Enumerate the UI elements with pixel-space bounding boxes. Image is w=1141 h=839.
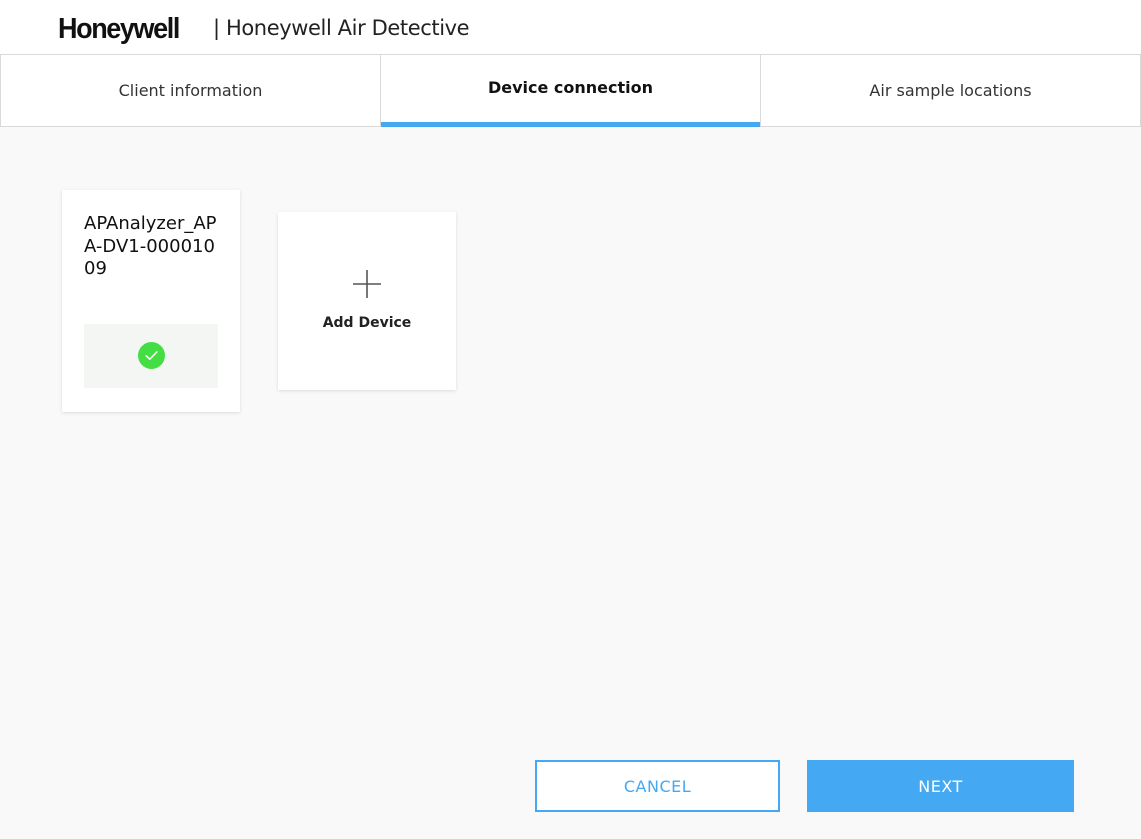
device-status-area bbox=[84, 324, 218, 388]
tab-air-sample-locations[interactable]: Air sample locations bbox=[760, 55, 1141, 126]
app-title: | Honeywell Air Detective bbox=[213, 16, 470, 40]
add-device-label: Add Device bbox=[322, 315, 412, 331]
add-device-card[interactable]: Add Device bbox=[278, 212, 456, 390]
tab-client-information[interactable]: Client information bbox=[0, 55, 380, 126]
app-header: Honeywell | Honeywell Air Detective bbox=[0, 0, 1141, 54]
cancel-button[interactable]: CANCEL bbox=[535, 760, 780, 812]
honeywell-logo: Honeywell bbox=[58, 13, 180, 45]
tab-device-connection[interactable]: Device connection bbox=[380, 55, 760, 127]
device-card[interactable]: APAnalyzer_APA-DV1-00001009 bbox=[62, 190, 240, 412]
step-tabs: Client information Device connection Air… bbox=[0, 54, 1141, 127]
next-button[interactable]: NEXT bbox=[807, 760, 1074, 812]
plus-icon bbox=[353, 270, 381, 298]
check-circle-icon bbox=[138, 342, 165, 369]
device-name: APAnalyzer_APA-DV1-00001009 bbox=[84, 213, 217, 279]
